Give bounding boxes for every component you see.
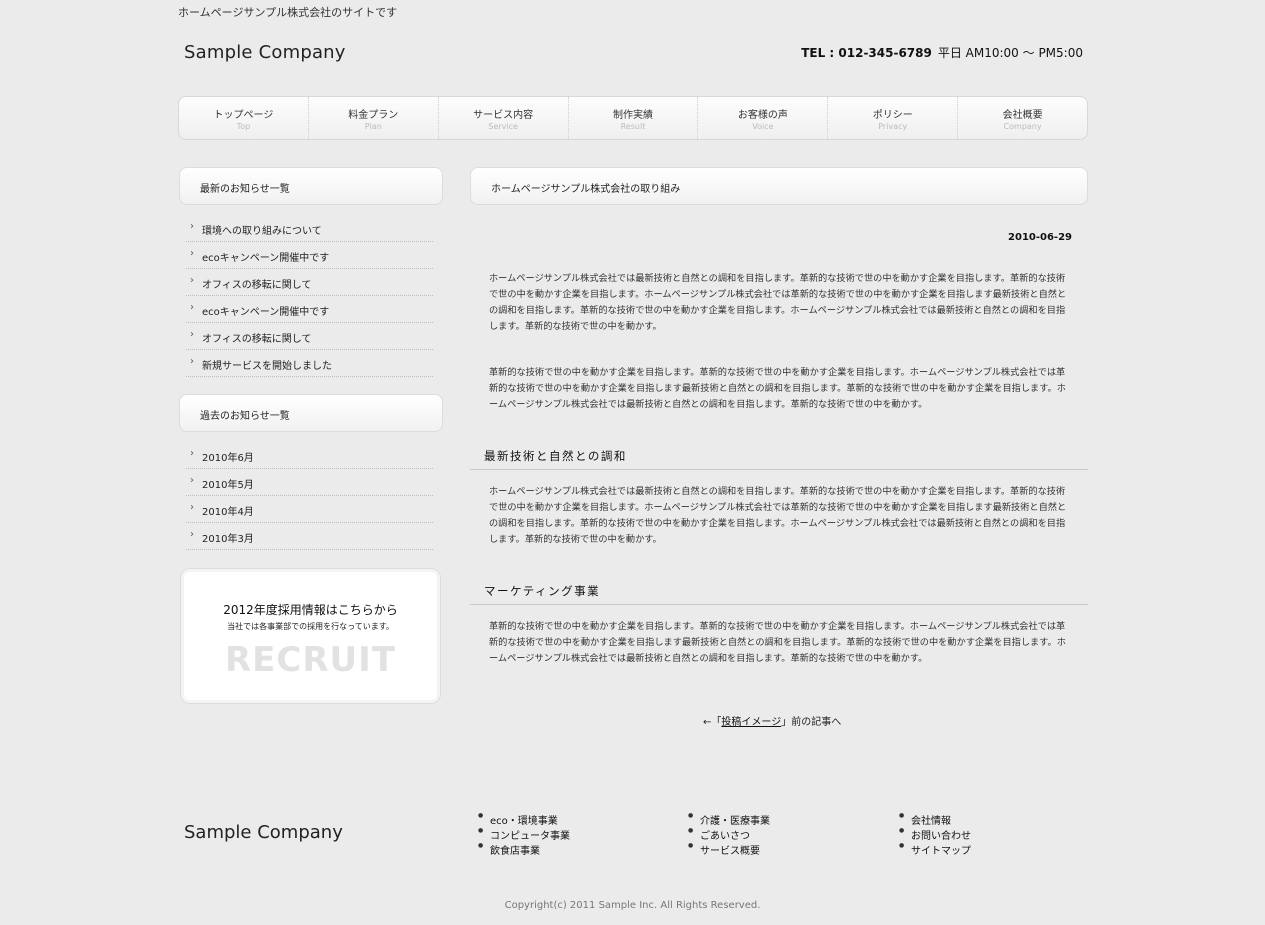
footer-link[interactable]: お問い合わせ xyxy=(899,827,971,842)
site-logo[interactable]: Sample Company xyxy=(184,42,346,63)
list-item[interactable]: 2010年3月 xyxy=(186,523,433,550)
list-item[interactable]: 2010年6月 xyxy=(186,442,433,469)
nav-label: 料金プラン xyxy=(348,109,399,121)
article-title: ホームページサンプル株式会社の取り組み xyxy=(470,167,1088,205)
footer-links-col2: 介護・医療事業 ごあいさつ サービス概要 xyxy=(688,812,770,857)
nav-sublabel: Service xyxy=(488,121,518,131)
list-item[interactable]: 新規サービスを開始しました xyxy=(186,350,433,377)
footer-link[interactable]: 飲食店事業 xyxy=(478,842,570,857)
nav-label: サービス内容 xyxy=(473,109,534,121)
nav-item-voice[interactable]: お客様の声 Voice xyxy=(698,97,829,139)
business-hours: 平日 AM10:00 〜 PM5:00 xyxy=(937,46,1083,60)
nav-label: 制作実績 xyxy=(613,109,653,121)
global-nav: トップページ Top 料金プラン Plan サービス内容 Service 制作実績 Re… xyxy=(178,96,1088,140)
recruit-banner[interactable]: 2012年度採用情報はこちらから 当社では各事業部での採用を行なっています。 R… xyxy=(180,568,441,704)
page: ホームページサンプル株式会社のサイトです Sample Company TEL … xyxy=(0,0,1265,925)
recruit-subtitle: 当社では各事業部での採用を行なっています。 xyxy=(227,622,394,631)
nav-label: トップページ xyxy=(213,109,274,121)
article-paragraph: 革新的な技術で世の中を動かす企業を目指します。革新的な技術で世の中を動かす企業を… xyxy=(489,621,1066,664)
site-tagline: ホームページサンプル株式会社のサイトです xyxy=(178,6,398,19)
nav-item-top[interactable]: トップページ Top xyxy=(179,97,309,139)
list-item[interactable]: ecoキャンペーン開催中です xyxy=(186,242,433,269)
nav-label: お客様の声 xyxy=(737,109,788,121)
section-heading: マーケティング事業 xyxy=(470,579,1088,605)
past-news-list: 2010年6月 2010年5月 2010年4月 2010年3月 xyxy=(186,442,433,550)
list-item[interactable]: オフィスの移転に関して xyxy=(186,269,433,296)
nav-sublabel: Result xyxy=(620,121,646,131)
list-item[interactable]: ecoキャンペーン開催中です xyxy=(186,296,433,323)
footer-links-col1: eco・環境事業 コンピュータ事業 飲食店事業 xyxy=(478,812,570,857)
article-paragraph: ホームページサンプル株式会社では最新技術と自然との調和を目指します。革新的な技術… xyxy=(489,273,1067,332)
copyright: Copyright(c) 2011 Sample Inc. All Rights… xyxy=(504,900,761,911)
contact-info: TEL : 012-345-6789 平日 AM10:00 〜 PM5:00 xyxy=(801,44,1083,61)
article-date: 2010-06-29 xyxy=(1008,232,1072,243)
footer-link[interactable]: サイトマップ xyxy=(899,842,971,857)
nav-item-result[interactable]: 制作実績 Result xyxy=(569,97,699,139)
footer-link[interactable]: 会社情報 xyxy=(899,812,971,827)
list-item[interactable]: 環境への取り組みについて xyxy=(186,215,433,242)
latest-news-heading: 最新のお知らせ一覧 xyxy=(179,167,443,205)
list-item[interactable]: 2010年4月 xyxy=(186,496,433,523)
past-news-heading: 過去のお知らせ一覧 xyxy=(179,394,443,432)
nav-item-service[interactable]: サービス内容 Service xyxy=(439,97,569,139)
footer-link[interactable]: コンピュータ事業 xyxy=(478,827,570,842)
list-item[interactable]: 2010年5月 xyxy=(186,469,433,496)
nav-sublabel: Voice xyxy=(752,121,774,131)
prev-post-link[interactable]: 投稿イメージ xyxy=(721,717,781,728)
footer-link[interactable]: eco・環境事業 xyxy=(478,812,570,827)
prev-suffix: 」前の記事へ xyxy=(781,717,842,728)
recruit-title: 2012年度採用情報はこちらから xyxy=(223,603,398,617)
nav-item-company[interactable]: 会社概要 Company xyxy=(958,97,1087,139)
prev-post-nav: ←「投稿イメージ」前の記事へ xyxy=(703,713,841,728)
nav-sublabel: Company xyxy=(1003,121,1042,131)
recruit-watermark: RECRUIT xyxy=(225,640,396,680)
list-item[interactable]: オフィスの移転に関して xyxy=(186,323,433,350)
nav-sublabel: Privacy xyxy=(878,121,908,131)
latest-news-list: 環境への取り組みについて ecoキャンペーン開催中です オフィスの移転に関して … xyxy=(186,215,433,377)
footer-link[interactable]: 介護・医療事業 xyxy=(688,812,770,827)
prev-prefix: ←「 xyxy=(703,717,722,728)
footer-logo[interactable]: Sample Company xyxy=(184,822,343,843)
article-paragraph: ホームページサンプル株式会社では最新技術と自然との調和を目指します。革新的な技術… xyxy=(489,486,1067,545)
article-paragraph: 革新的な技術で世の中を動かす企業を目指します。革新的な技術で世の中を動かす企業を… xyxy=(489,367,1066,410)
section-heading: 最新技術と自然との調和 xyxy=(470,444,1088,470)
footer-link[interactable]: サービス概要 xyxy=(688,842,770,857)
nav-label: ポリシー xyxy=(872,109,913,121)
footer-link[interactable]: ごあいさつ xyxy=(688,827,770,842)
nav-item-plan[interactable]: 料金プラン Plan xyxy=(309,97,439,139)
footer-links-col3: 会社情報 お問い合わせ サイトマップ xyxy=(899,812,971,857)
nav-sublabel: Top xyxy=(236,121,251,131)
nav-sublabel: Plan xyxy=(364,121,382,131)
nav-item-privacy[interactable]: ポリシー Privacy xyxy=(828,97,959,139)
tel-number: TEL : 012-345-6789 xyxy=(801,46,932,60)
nav-label: 会社概要 xyxy=(1002,109,1043,121)
